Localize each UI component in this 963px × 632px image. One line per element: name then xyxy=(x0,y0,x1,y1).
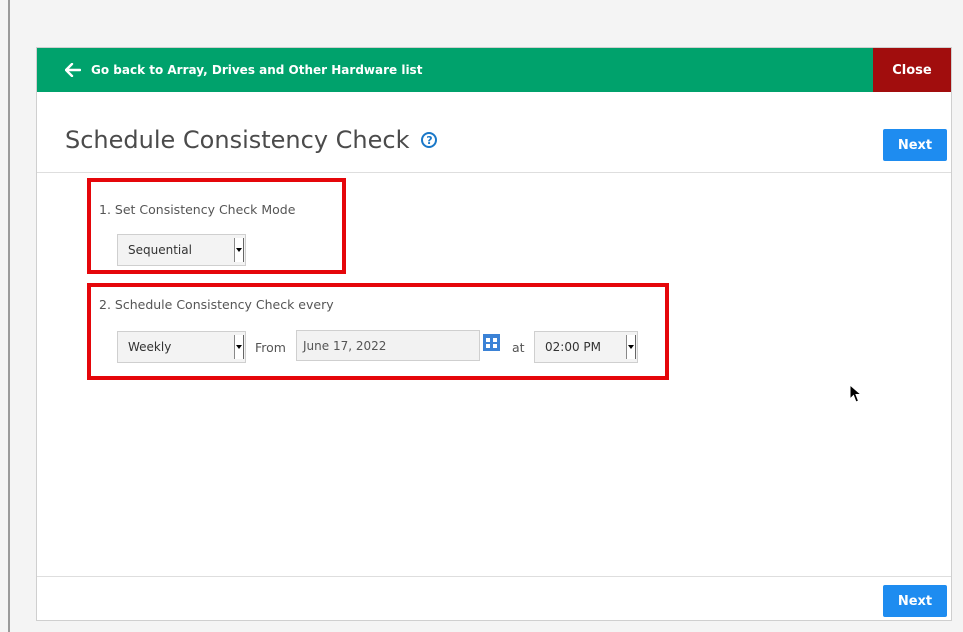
page-title: Schedule Consistency Check xyxy=(65,126,410,154)
back-link-label: Go back to Array, Drives and Other Hardw… xyxy=(91,63,423,77)
frequency-select[interactable]: Weekly xyxy=(117,331,246,363)
step2-label: 2. Schedule Consistency Check every xyxy=(99,297,334,312)
left-border-rule xyxy=(8,0,10,632)
start-date-field[interactable]: June 17, 2022 xyxy=(296,330,480,361)
from-label: From xyxy=(255,340,286,355)
mode-select-value: Sequential xyxy=(128,243,192,257)
close-button[interactable]: Close xyxy=(873,48,951,92)
next-button-bottom[interactable]: Next xyxy=(883,585,947,617)
calendar-icon[interactable] xyxy=(483,334,500,351)
at-label: at xyxy=(512,340,525,355)
time-select-value: 02:00 PM xyxy=(545,340,601,354)
start-date-value: June 17, 2022 xyxy=(303,338,387,353)
back-link[interactable]: Go back to Array, Drives and Other Hardw… xyxy=(65,48,422,92)
step1-label: 1. Set Consistency Check Mode xyxy=(99,202,296,217)
divider-bottom xyxy=(37,576,951,577)
mouse-pointer-icon xyxy=(849,384,863,403)
frequency-select-value: Weekly xyxy=(128,340,172,354)
mode-select[interactable]: Sequential xyxy=(117,234,246,266)
schedule-panel: Go back to Array, Drives and Other Hardw… xyxy=(36,47,952,621)
caret-down-icon xyxy=(626,335,636,359)
time-select[interactable]: 02:00 PM xyxy=(534,331,638,363)
divider-top xyxy=(37,172,951,173)
header-bar: Go back to Array, Drives and Other Hardw… xyxy=(37,48,951,92)
arrow-left-icon xyxy=(65,63,81,77)
question-circle-icon[interactable]: ? xyxy=(421,132,438,148)
caret-down-icon xyxy=(234,238,244,262)
next-button-top[interactable]: Next xyxy=(883,129,947,161)
page-title-row: Schedule Consistency Check ? xyxy=(65,126,438,154)
caret-down-icon xyxy=(234,335,244,359)
